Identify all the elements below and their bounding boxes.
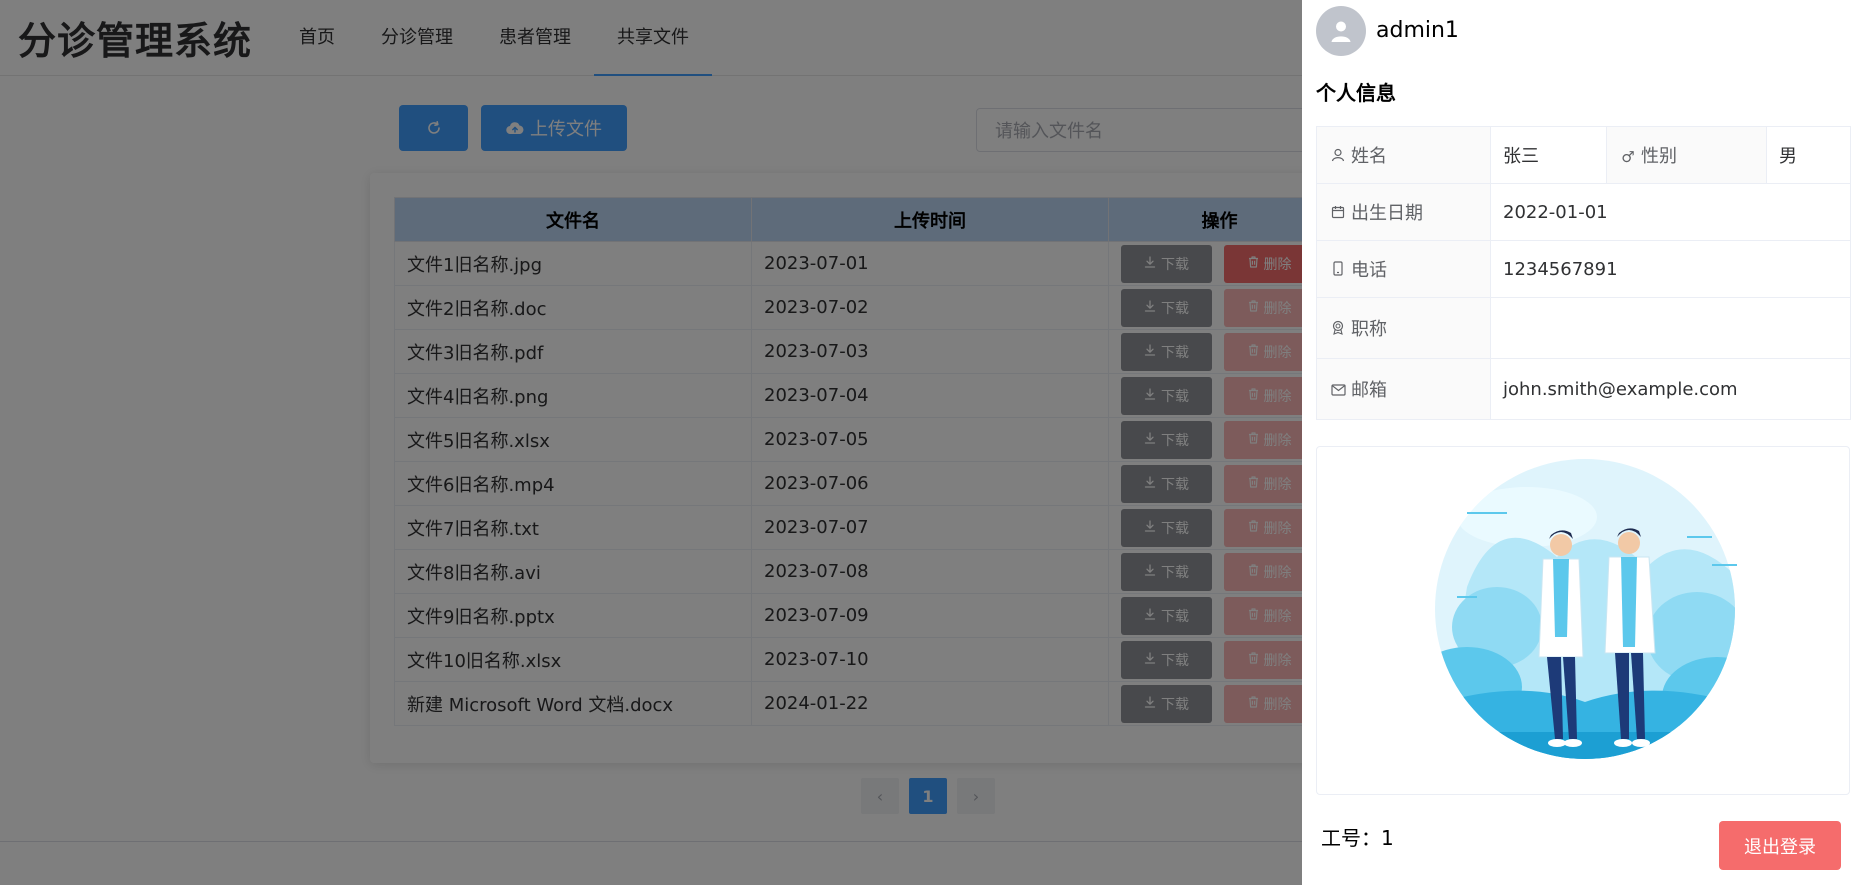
doctors-illustration bbox=[1316, 446, 1850, 795]
birth-label-cell: 出生日期 bbox=[1316, 183, 1491, 241]
info-row-phone: 电话 1234567891 bbox=[1316, 240, 1851, 298]
calendar-icon bbox=[1329, 205, 1347, 223]
name-value: 张三 bbox=[1490, 126, 1607, 184]
name-label: 姓名 bbox=[1351, 146, 1387, 167]
phone-label: 电话 bbox=[1351, 260, 1387, 281]
username: admin1 bbox=[1376, 18, 1459, 43]
personal-info-table: 姓名 张三 ♂ 性别 男 出生日期 2022-01-01 电话 123456789… bbox=[1316, 126, 1851, 420]
gender-label: 性别 bbox=[1641, 146, 1677, 167]
phone-icon bbox=[1329, 261, 1347, 280]
logout-button[interactable]: 退出登录 bbox=[1719, 821, 1841, 870]
info-row-email: 邮箱 john.smith@example.com bbox=[1316, 358, 1851, 420]
birth-label: 出生日期 bbox=[1351, 203, 1423, 224]
title-label-cell: 职称 bbox=[1316, 297, 1491, 359]
gender-label-cell: ♂ 性别 bbox=[1606, 126, 1767, 184]
email-label: 邮箱 bbox=[1351, 380, 1387, 401]
personal-info-title: 个人信息 bbox=[1316, 81, 1396, 105]
user-profile-drawer: admin1 个人信息 姓名 张三 ♂ 性别 男 出生日期 2022-01-01… bbox=[1302, 0, 1860, 885]
birth-value: 2022-01-01 bbox=[1490, 183, 1851, 241]
info-row-title: 职称 bbox=[1316, 297, 1851, 359]
info-row-name: 姓名 张三 ♂ 性别 男 bbox=[1316, 126, 1851, 184]
drawer-overlay[interactable] bbox=[0, 0, 1302, 885]
medal-icon bbox=[1329, 320, 1347, 339]
user-avatar-icon bbox=[1331, 21, 1351, 42]
name-label-cell: 姓名 bbox=[1316, 126, 1491, 184]
title-value bbox=[1490, 297, 1851, 359]
user-icon bbox=[1329, 148, 1347, 166]
phone-value: 1234567891 bbox=[1490, 240, 1851, 298]
gender-value: 男 bbox=[1766, 126, 1851, 184]
info-row-birth: 出生日期 2022-01-01 bbox=[1316, 183, 1851, 241]
email-label-cell: 邮箱 bbox=[1316, 358, 1491, 420]
email-value: john.smith@example.com bbox=[1490, 358, 1851, 420]
male-icon: ♂ bbox=[1621, 148, 1635, 166]
avatar bbox=[1316, 6, 1366, 56]
message-icon bbox=[1329, 382, 1347, 400]
employee-id: 工号：1 bbox=[1321, 826, 1394, 850]
phone-label-cell: 电话 bbox=[1316, 240, 1491, 298]
title-label: 职称 bbox=[1351, 319, 1387, 340]
